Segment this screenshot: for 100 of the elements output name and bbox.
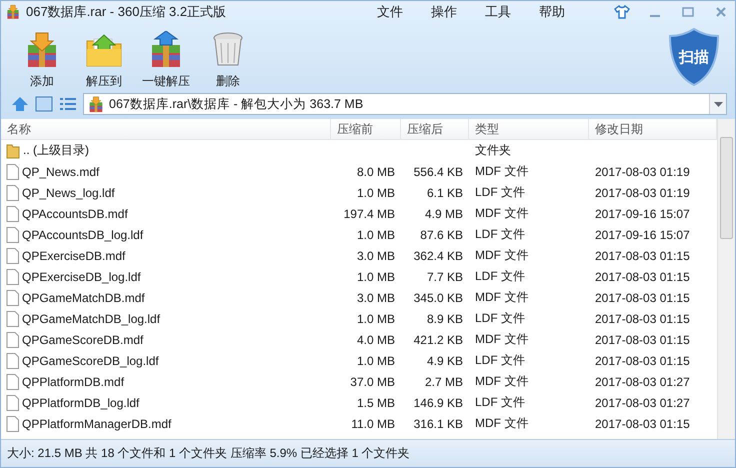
- list-view-button[interactable]: [59, 96, 77, 112]
- table-cell-text: 421.2 KB: [412, 332, 464, 346]
- table-cell-text: 2017-08-03 01:27: [594, 374, 691, 388]
- file-name[interactable]: QPPlatformDB.mdf: [22, 374, 124, 388]
- scrollbar[interactable]: [717, 119, 735, 439]
- table-cell-text: MDF 文件: [474, 247, 530, 264]
- menu-item[interactable]: 帮助: [525, 3, 579, 21]
- file-name[interactable]: QPAccountsDB.mdf: [22, 206, 128, 220]
- table-cell-text: LDF 文件: [474, 226, 526, 243]
- table-cell-text: 6.1 KB: [426, 186, 464, 200]
- file-name[interactable]: .. (上级目录): [23, 142, 89, 159]
- table-cell-text: 7.7 KB: [426, 270, 464, 284]
- table-cell-text: MDF 文件: [474, 289, 530, 306]
- column-header[interactable]: 类型: [469, 119, 589, 139]
- status-text: 大小: 21.5 MB 共 18 个文件和 1 个文件夹 压缩率 5.9% 已经选择 1 个文件夹: [7, 445, 410, 462]
- shirt-icon: [614, 5, 630, 19]
- table-cell-text: LDF 文件: [474, 184, 526, 201]
- table-cell-text: 4.9 KB: [426, 354, 464, 368]
- table-cell-text: 556.4 KB: [412, 164, 464, 178]
- toolbar-button[interactable]: 添加: [17, 31, 67, 90]
- file-name[interactable]: QPExerciseDB.mdf: [22, 248, 126, 262]
- file-name[interactable]: QPPlatformDB_log.ldf: [22, 396, 140, 410]
- maximize-icon: [682, 7, 694, 17]
- table-cell-text: 3.0 MB: [356, 248, 396, 262]
- file-name[interactable]: QPGameMatchDB.mdf: [22, 290, 145, 304]
- table-cell-text: 87.6 KB: [419, 228, 464, 242]
- minimize-icon: [649, 15, 661, 17]
- list-icon: [59, 96, 77, 112]
- table-cell-text: 37.0 MB: [349, 374, 396, 388]
- table-cell-text: 2017-08-03 01:15: [594, 312, 691, 326]
- table-cell-text: LDF 文件: [474, 352, 526, 369]
- file-icon: [6, 310, 19, 326]
- address-path: 067数据库.rar\数据库 - 解包大小为 363.7 MB: [109, 96, 364, 112]
- table-cell-text: 1.0 MB: [356, 186, 396, 200]
- icon-view-button[interactable]: [35, 96, 53, 112]
- address-bar[interactable]: 067数据库.rar\数据库 - 解包大小为 363.7 MB: [83, 93, 727, 115]
- column-header[interactable]: 名称: [1, 119, 331, 139]
- table-cell-text: 2017-08-03 01:19: [594, 186, 691, 200]
- file-icon: [6, 332, 19, 348]
- file-name[interactable]: QPAccountsDB_log.ldf: [22, 228, 144, 242]
- file-icon: [6, 290, 19, 306]
- file-icon: [6, 164, 19, 180]
- file-name[interactable]: QPExerciseDB_log.ldf: [22, 270, 141, 284]
- file-name[interactable]: QP_News.mdf: [22, 164, 100, 178]
- column-header[interactable]: 压缩后: [401, 119, 469, 139]
- file-icon: [6, 394, 19, 410]
- table-cell-text: 8.0 MB: [356, 164, 396, 178]
- archive-icon: [5, 4, 21, 20]
- table-cell-text: 1.0 MB: [356, 354, 396, 368]
- caret-icon: [714, 102, 722, 106]
- table-cell-text: 2017-08-03 01:15: [594, 290, 691, 304]
- scrollbar-thumb[interactable]: [720, 137, 733, 239]
- table-cell-text: 1.0 MB: [356, 312, 396, 326]
- column-header[interactable]: 压缩前: [331, 119, 401, 139]
- table-cell-text: 2017-08-03 01:15: [594, 248, 691, 262]
- table-cell-text: 2017-08-03 01:15: [594, 332, 691, 346]
- file-name[interactable]: QPGameScoreDB.mdf: [22, 332, 144, 346]
- file-icon: [6, 416, 19, 432]
- menu-item[interactable]: 文件: [363, 3, 417, 21]
- table-cell-text: 2017-09-16 15:07: [594, 228, 691, 242]
- window-icon: [35, 96, 53, 112]
- menu-item[interactable]: 操作: [417, 3, 471, 21]
- toolbar-button[interactable]: 删除: [203, 31, 253, 90]
- archive-icon: [87, 96, 105, 112]
- table-cell-text: MDF 文件: [474, 415, 530, 432]
- close-icon: [715, 6, 727, 18]
- file-name[interactable]: QPGameScoreDB_log.ldf: [22, 354, 159, 368]
- file-name[interactable]: QP_News_log.ldf: [22, 186, 115, 200]
- window-title: 067数据库.rar - 360压缩 3.2正式版: [26, 3, 226, 21]
- table-cell-text: 3.0 MB: [356, 290, 396, 304]
- table-cell-text: 8.9 KB: [426, 312, 464, 326]
- table-cell-text: 4.9 MB: [424, 206, 464, 220]
- table-cell-text: 2017-08-03 01:19: [594, 164, 691, 178]
- up-button[interactable]: [11, 96, 29, 112]
- up-arrow-icon: [11, 96, 29, 112]
- menu-item[interactable]: 工具: [471, 3, 525, 21]
- file-icon: [6, 248, 19, 264]
- table-cell-text: 4.0 MB: [356, 332, 396, 346]
- table-cell-text: 1.0 MB: [356, 228, 396, 242]
- file-name[interactable]: QPPlatformManagerDB.mdf: [22, 416, 172, 430]
- table-cell-text: 345.0 KB: [412, 290, 464, 304]
- table-cell-text: 2017-08-03 01:27: [594, 396, 691, 410]
- table-cell-text: 2017-09-16 15:07: [594, 206, 691, 220]
- table-cell-text: 146.9 KB: [412, 396, 464, 410]
- file-icon: [6, 352, 19, 368]
- file-icon: [6, 226, 19, 242]
- dropdown-button[interactable]: [709, 94, 726, 114]
- table-cell-text: MDF 文件: [474, 331, 530, 348]
- file-name[interactable]: QPGameMatchDB_log.ldf: [22, 312, 160, 326]
- table-cell-text: 1.5 MB: [356, 396, 396, 410]
- table-cell-text: LDF 文件: [474, 268, 526, 285]
- file-icon: [6, 206, 19, 222]
- toolbar-button[interactable]: 一键解压: [141, 31, 191, 90]
- table-cell-text: 1.0 MB: [356, 270, 396, 284]
- table-cell-text: 文件夹: [474, 142, 512, 159]
- table-cell-text: 362.4 KB: [412, 248, 464, 262]
- folder-icon: [6, 142, 20, 158]
- toolbar-button[interactable]: 解压到: [79, 31, 129, 90]
- scan-button[interactable]: 扫描: [667, 27, 721, 87]
- table-cell-text: 316.1 KB: [412, 416, 464, 430]
